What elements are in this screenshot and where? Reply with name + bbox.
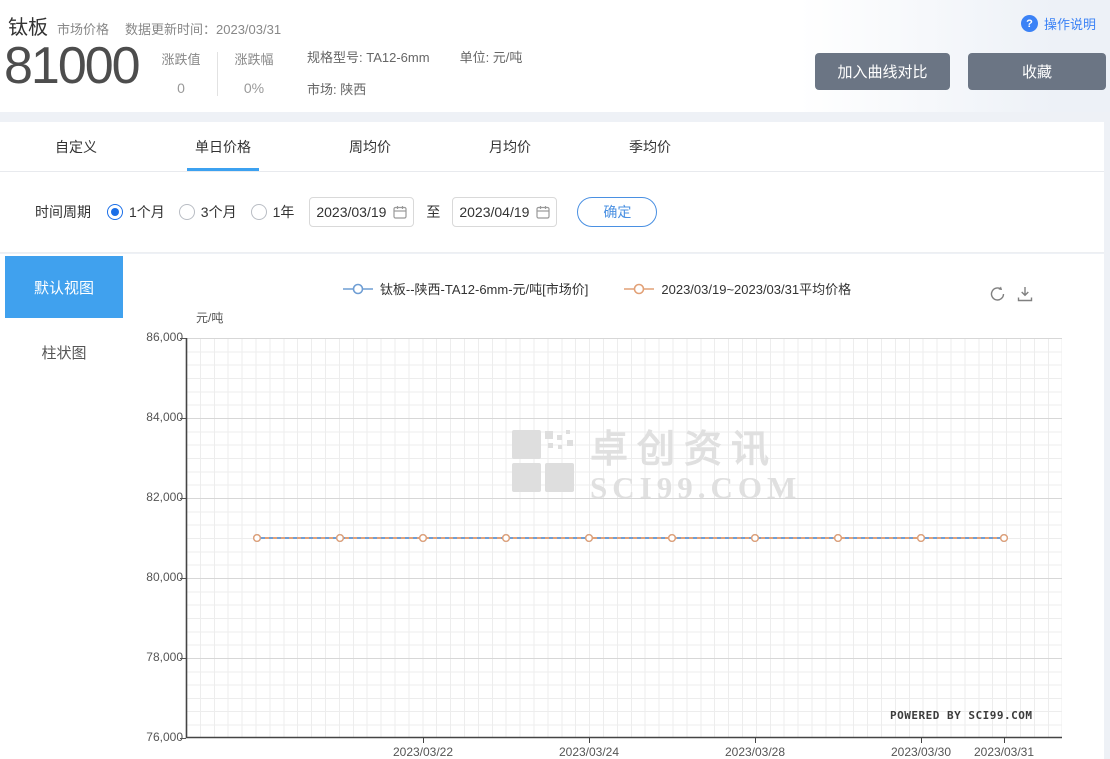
y-axis-unit-label: 元/吨	[196, 311, 224, 325]
tab-daily-price[interactable]: 单日价格	[187, 122, 259, 171]
y-axis-tick-label: 82,000	[146, 490, 183, 504]
line-circle-marker-icon	[624, 283, 655, 294]
header: 钛板 市场价格 数据更新时间：2023/03/31 81000 涨跌值 0 涨跌…	[0, 0, 1110, 112]
powered-by-label: POWERED BY SCI99.COM	[890, 709, 1033, 722]
x-axis-tick-label: 2023/03/31	[973, 745, 1035, 759]
legend-item-market-price[interactable]: 钛板--陕西-TA12-6mm-元/吨[市场价]	[342, 279, 588, 298]
y-axis-tick-label: 84,000	[146, 410, 183, 424]
x-axis-tick-label: 2023/03/22	[392, 745, 454, 759]
x-axis-tick-label: 2023/03/30	[890, 745, 952, 759]
radio-icon	[250, 204, 267, 220]
y-axis-tick-label: 86,000	[146, 330, 183, 344]
tab-custom[interactable]: 自定义	[55, 122, 97, 171]
spec-market: 市场: 陕西	[307, 82, 367, 97]
time-filter-bar: 时间周期 1个月 3个月 1年 2023/03/19 至 2023/04/19 …	[0, 172, 1104, 253]
radio-icon	[107, 204, 123, 220]
change-pct-block: 涨跌幅 0%	[226, 49, 282, 96]
radio-1-year[interactable]: 1年	[250, 202, 294, 222]
chart-legend: 钛板--陕西-TA12-6mm-元/吨[市场价] 2023/03/19~2023…	[130, 279, 1064, 298]
question-mark-icon: ?	[1020, 15, 1038, 32]
watermark-en-text: SCI99.COM	[590, 469, 802, 505]
calendar-icon	[393, 206, 408, 219]
legend-item-average-price[interactable]: 2023/03/19~2023/03/31平均价格	[624, 279, 851, 298]
spec-unit: 单位: 元/吨	[459, 50, 523, 65]
confirm-button[interactable]: 确定	[577, 197, 658, 227]
start-date-input[interactable]: 2023/03/19	[309, 197, 415, 227]
watermark-cn-text: 卓创资讯	[590, 429, 779, 471]
change-value: 0	[177, 80, 185, 96]
to-label: 至	[426, 204, 441, 220]
active-tab-underline	[187, 168, 259, 171]
radio-1-month[interactable]: 1个月	[107, 202, 165, 222]
y-axis-tick-label: 80,000	[146, 570, 183, 584]
end-date-input[interactable]: 2023/04/19	[452, 197, 558, 227]
y-axis-tick-label: 78,000	[146, 650, 183, 664]
sidebar-item-bar-chart[interactable]: 柱状图	[0, 342, 128, 363]
tab-weekly-average[interactable]: 周均价	[349, 122, 391, 171]
sci99-logo-icon	[512, 430, 574, 492]
refresh-icon[interactable]	[988, 285, 1007, 303]
line-circle-marker-icon	[342, 283, 373, 294]
x-axis-tick-label: 2023/03/24	[558, 745, 620, 759]
spec-model: 规格型号: TA12-6mm	[307, 50, 430, 65]
price-tabs: 自定义 单日价格 周均价 月均价 季均价	[0, 122, 1104, 172]
tab-monthly-average[interactable]: 月均价	[489, 122, 531, 171]
download-icon[interactable]	[1016, 285, 1034, 303]
update-time-value: 2023/03/31	[216, 22, 282, 37]
change-pct: 0%	[243, 80, 265, 96]
calendar-icon	[536, 206, 551, 219]
price-line-chart	[180, 338, 1062, 743]
add-to-curve-compare-button[interactable]: 加入曲线对比	[815, 53, 950, 90]
y-axis-tick-label: 76,000	[146, 730, 183, 744]
divider	[217, 52, 218, 96]
radio-icon	[178, 204, 195, 220]
chart-section: 默认视图 柱状图 钛板--陕西-TA12-6mm-元/吨[市场价] 2023/0…	[0, 254, 1104, 759]
help-link[interactable]: ? 操作说明	[1020, 14, 1096, 33]
period-label: 时间周期	[35, 204, 91, 220]
x-axis-tick-label: 2023/03/28	[724, 745, 786, 759]
radio-3-month[interactable]: 3个月	[178, 202, 237, 222]
change-value-block: 涨跌值 0	[153, 49, 209, 96]
help-link-label: 操作说明	[1043, 17, 1096, 32]
watermark: 卓创资讯 SCI99.COM	[512, 429, 802, 506]
favorite-button[interactable]: 收藏	[968, 53, 1106, 90]
tab-quarterly-average[interactable]: 季均价	[629, 122, 671, 171]
update-time: 数据更新时间：2023/03/31	[125, 19, 281, 38]
change-pct-label: 涨跌幅	[234, 52, 274, 67]
update-time-label: 数据更新时间：	[125, 22, 217, 37]
sidebar-item-default-view[interactable]: 默认视图	[5, 256, 123, 318]
change-value-label: 涨跌值	[161, 52, 201, 67]
spec-info: 规格型号: TA12-6mm 单位: 元/吨 市场: 陕西	[307, 47, 522, 98]
period-options: 1个月 3个月 1年	[107, 202, 294, 222]
current-price: 81000	[4, 37, 141, 95]
